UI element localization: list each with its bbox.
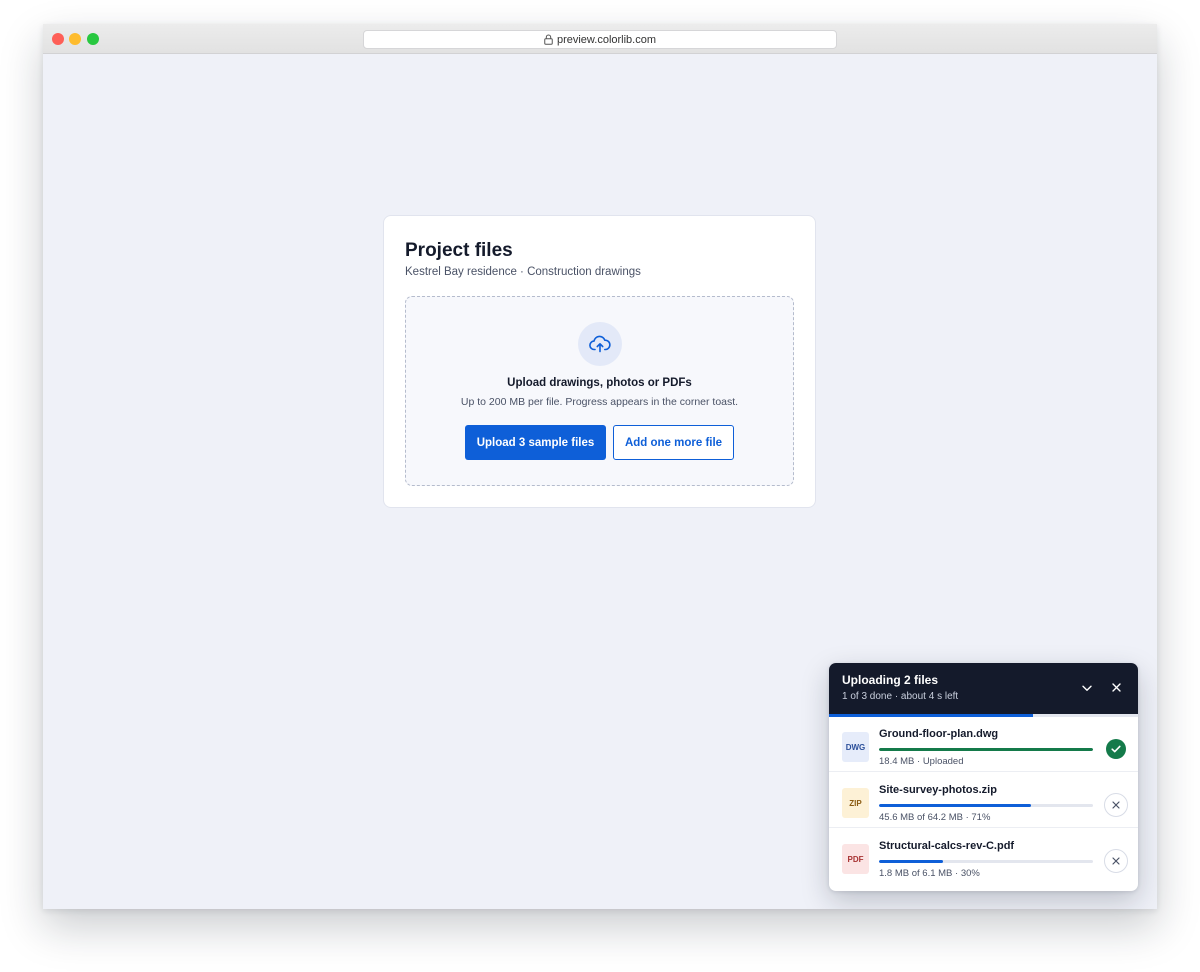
file-name: Site-survey-photos.zip xyxy=(879,784,997,796)
address-bar-url: preview.colorlib.com xyxy=(556,33,657,46)
window-minimize-button[interactable] xyxy=(69,33,81,45)
file-progress-bar xyxy=(879,748,1093,751)
toast-status: 1 of 3 done · about 4 s left xyxy=(842,691,959,702)
file-progress-fill xyxy=(879,860,944,863)
file-name: Structural-calcs-rev-C.pdf xyxy=(879,840,1015,852)
chevron-down-icon xyxy=(1082,679,1092,697)
project-subtitle: Kestrel Bay residence · Construction dra… xyxy=(405,266,641,278)
toast-title: Uploading 2 files xyxy=(842,673,939,687)
project-files-card: Project files Kestrel Bay residence · Co… xyxy=(383,215,816,508)
close-toast-button[interactable] xyxy=(1107,679,1125,697)
upload-file-row: DWG Ground-floor-plan.dwg 18.4 MB · Uplo… xyxy=(829,717,1138,772)
dropzone-hint: Up to 200 MB per file. Progress appears … xyxy=(460,396,739,408)
collapse-toast-button[interactable] xyxy=(1078,679,1096,697)
file-meta: 18.4 MB · Uploaded xyxy=(879,756,964,767)
window-close-button[interactable] xyxy=(52,33,64,45)
cloud-upload-icon xyxy=(578,322,622,366)
upload-file-row: ZIP Site-survey-photos.zip 45.6 MB of 64… xyxy=(829,773,1138,828)
upload-file-row: PDF Structural-calcs-rev-C.pdf 1.8 MB of… xyxy=(829,829,1138,884)
close-icon xyxy=(1112,852,1120,870)
zip-file-icon: ZIP xyxy=(842,788,869,818)
close-icon xyxy=(1111,679,1121,697)
upload-complete-check-icon xyxy=(1106,739,1126,759)
file-meta: 1.8 MB of 6.1 MB · 30% xyxy=(879,868,980,879)
close-icon xyxy=(1112,796,1120,814)
file-progress-bar xyxy=(879,860,1093,863)
toast-header: Uploading 2 files 1 of 3 done · about 4 … xyxy=(829,663,1138,714)
add-one-more-file-button[interactable]: Add one more file xyxy=(613,425,734,460)
pdf-file-icon: PDF xyxy=(842,844,869,874)
window-zoom-button[interactable] xyxy=(87,33,99,45)
page-title: Project files xyxy=(405,240,513,261)
cancel-upload-button[interactable] xyxy=(1104,849,1128,873)
file-progress-fill xyxy=(879,748,1093,751)
address-bar[interactable]: preview.colorlib.com xyxy=(363,30,837,49)
file-meta: 45.6 MB of 64.2 MB · 71% xyxy=(879,812,991,823)
file-progress-fill xyxy=(879,804,1031,807)
upload-sample-files-button[interactable]: Upload 3 sample files xyxy=(465,425,606,460)
cancel-upload-button[interactable] xyxy=(1104,793,1128,817)
dropzone-title: Upload drawings, photos or PDFs xyxy=(507,377,692,389)
upload-dropzone[interactable]: Upload drawings, photos or PDFs Up to 20… xyxy=(405,296,794,486)
file-name: Ground-floor-plan.dwg xyxy=(879,728,999,740)
browser-window: preview.colorlib.com Project files Kestr… xyxy=(43,24,1157,909)
file-progress-bar xyxy=(879,804,1093,807)
lock-icon xyxy=(544,34,553,45)
dwg-file-icon: DWG xyxy=(842,732,869,762)
browser-titlebar: preview.colorlib.com xyxy=(43,24,1157,54)
upload-toast: Uploading 2 files 1 of 3 done · about 4 … xyxy=(829,663,1138,891)
